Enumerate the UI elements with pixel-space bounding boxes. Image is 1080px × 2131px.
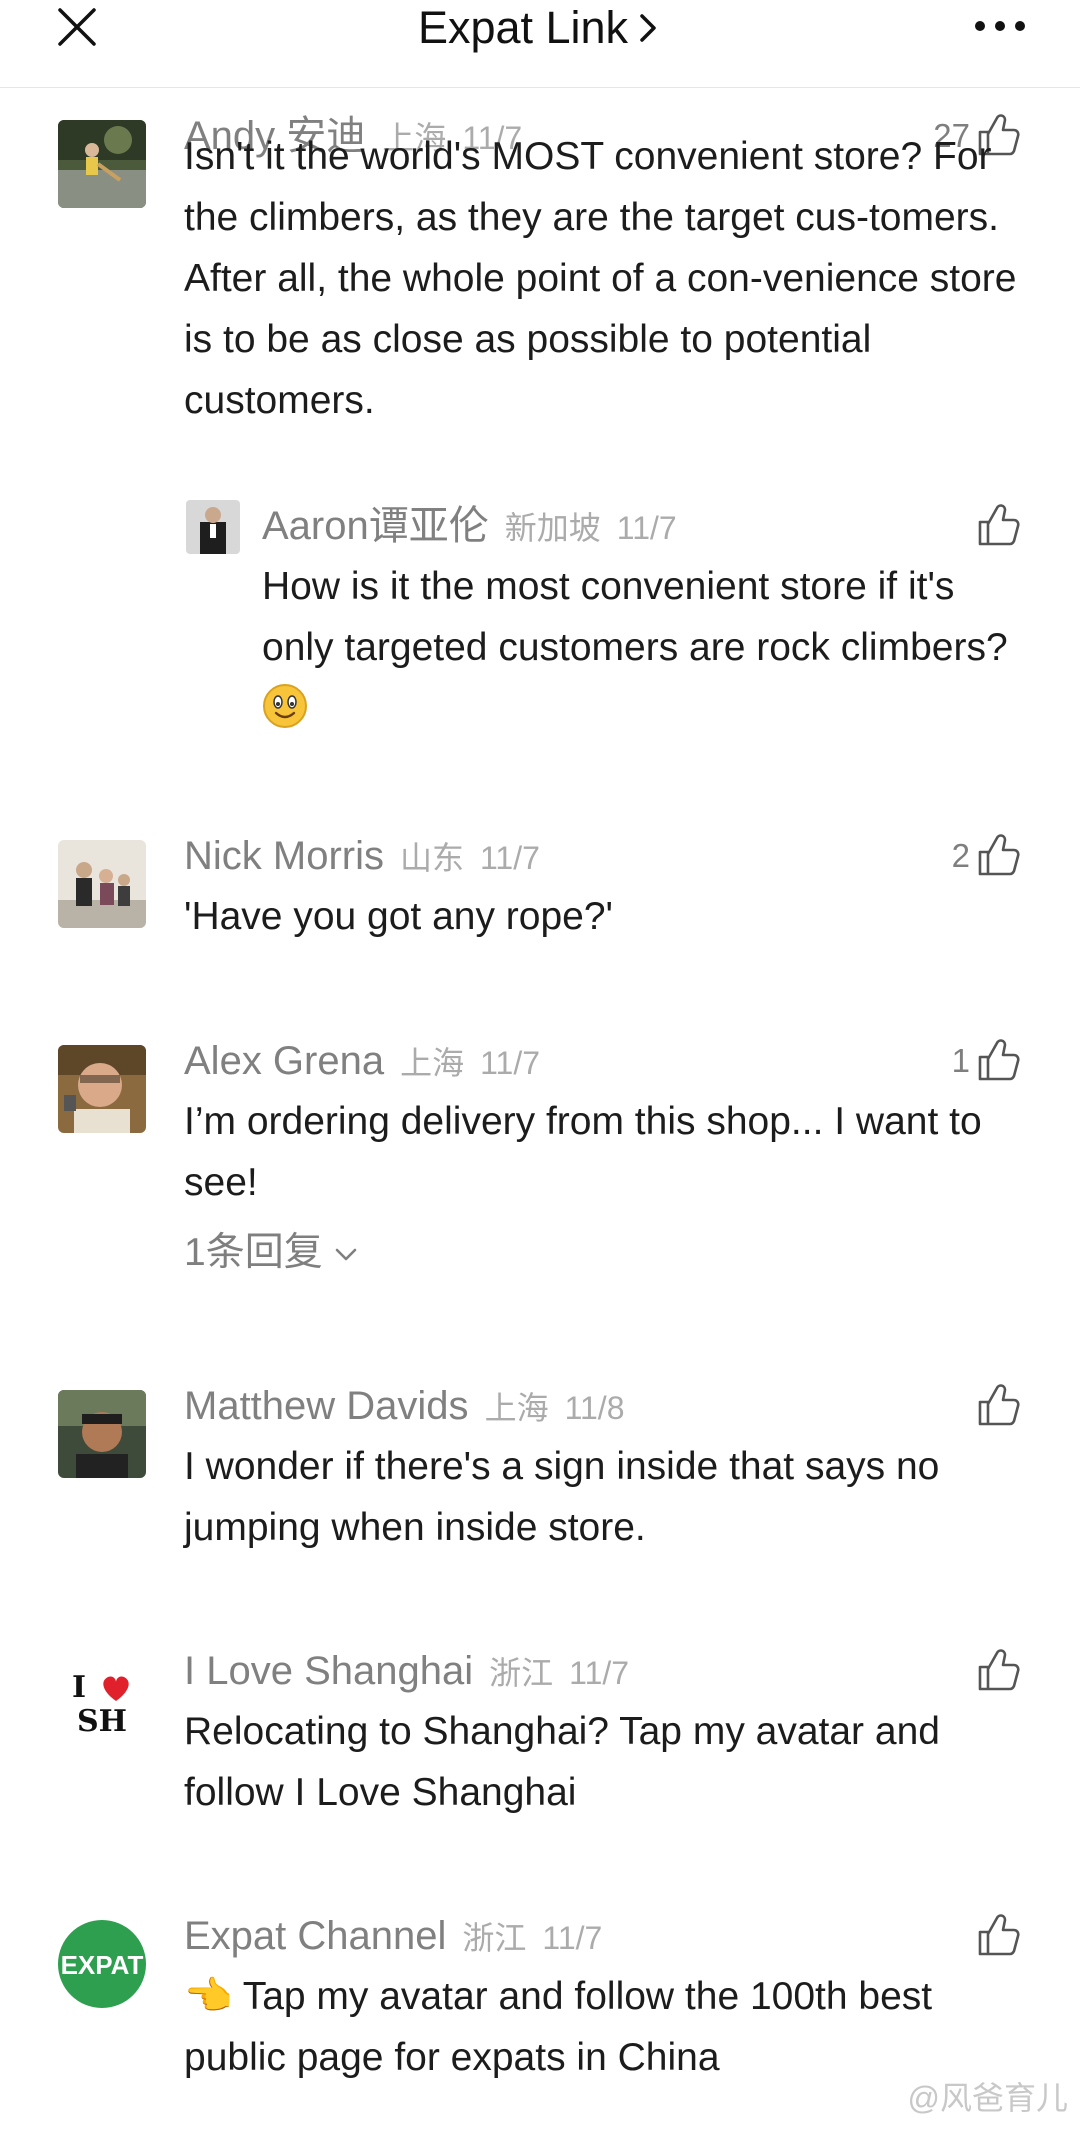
comment-text-content: Isn't it the world's MOST convenient sto…	[184, 135, 1017, 422]
comment-text-content: 'Have you got any rope?'	[184, 895, 613, 938]
region-label: 上海	[400, 1045, 465, 1081]
thumbs-up-icon	[978, 504, 1020, 546]
date-label: 11/8	[564, 1390, 625, 1426]
region-label: 浙江	[462, 1920, 527, 1956]
show-replies-button[interactable]: 1条回复	[184, 1225, 359, 1281]
watermark: @风爸育儿	[907, 2080, 1069, 2116]
page-title[interactable]: Expat Link	[0, 0, 1080, 56]
like-button[interactable]: 1	[952, 1035, 1020, 1087]
reply-text: How is it the most convenient store if i…	[262, 556, 1022, 739]
comment-text: Relocating to Shanghai? Tap my avatar an…	[184, 1701, 1024, 1823]
show-replies-label: 1条回复	[184, 1231, 323, 1274]
avatar-letters-sh: SH	[77, 1704, 127, 1739]
thumbs-up-icon	[978, 1649, 1020, 1691]
comment-meta: Matthew Davids 上海 11/8	[184, 1380, 624, 1432]
thumbs-up-icon	[978, 1914, 1020, 1956]
comment-meta: Alex Grena 上海 11/7	[184, 1035, 540, 1087]
like-button[interactable]	[976, 1645, 1020, 1697]
comment-text: I wonder if there's a sign inside that s…	[184, 1436, 1024, 1558]
like-count: 2	[951, 837, 970, 874]
comment-text: I’m ordering delivery from this shop... …	[184, 1091, 1024, 1213]
comment-text: Isn't it the world's MOST convenient sto…	[184, 126, 1024, 431]
comment-text: 👈 Tap my avatar and follow the 100th bes…	[184, 1966, 1024, 2088]
avatar[interactable]	[58, 1390, 146, 1478]
date-label: 11/7	[480, 1045, 541, 1081]
like-button[interactable]	[976, 500, 1020, 552]
like-button[interactable]	[976, 1910, 1020, 1962]
avatar[interactable]: I SH	[58, 1655, 146, 1743]
date-label: 11/7	[542, 1920, 603, 1956]
comment-text-content: Relocating to Shanghai? Tap my avatar an…	[184, 1710, 940, 1814]
date-label: 11/7	[569, 1655, 630, 1691]
like-count: 1	[951, 1042, 970, 1079]
author-name[interactable]: Expat Channel	[184, 1914, 446, 1958]
like-button[interactable]	[976, 1380, 1020, 1432]
page-title-text: Expat Link	[417, 2, 629, 53]
pointing-hand-emoji: 👈	[184, 1975, 233, 2018]
author-name[interactable]: Matthew Davids	[184, 1384, 469, 1428]
comment-meta: I Love Shanghai 浙江 11/7	[184, 1645, 629, 1697]
author-name[interactable]: Alex Grena	[184, 1039, 384, 1083]
thumbs-up-icon	[978, 834, 1020, 876]
thumbs-up-icon	[978, 1039, 1020, 1081]
avatar-logo-text: EXPAT	[61, 1950, 144, 1980]
date-label: 11/7	[616, 510, 677, 546]
thumbs-up-icon	[978, 1384, 1020, 1426]
author-name[interactable]: Aaron谭亚伦	[262, 504, 489, 548]
avatar-letter-i: I	[72, 1670, 86, 1705]
region-label: 山东	[399, 840, 464, 876]
comment-meta: Nick Morris 山东 11/7	[184, 830, 540, 882]
reply-text-content: How is it the most convenient store if i…	[262, 565, 1008, 669]
region-label: 浙江	[489, 1655, 554, 1691]
comment-meta: Expat Channel 浙江 11/7	[184, 1910, 602, 1962]
comment-text: 'Have you got any rope?'	[184, 886, 1024, 947]
top-bar: Expat Link	[0, 0, 1080, 88]
region-label: 上海	[484, 1390, 549, 1426]
chevron-down-icon	[335, 1248, 357, 1261]
comment-text-content: I wonder if there's a sign inside that s…	[184, 1445, 940, 1549]
region-label: 新加坡	[504, 510, 601, 546]
more-icon[interactable]	[972, 16, 1028, 36]
chevron-right-icon	[640, 14, 656, 42]
avatar[interactable]	[58, 1045, 146, 1133]
avatar[interactable]: EXPAT	[58, 1920, 146, 2008]
reply-meta: Aaron谭亚伦 新加坡 11/7	[262, 500, 677, 552]
comment-text-content: I’m ordering delivery from this shop... …	[184, 1100, 982, 1204]
author-name[interactable]: Nick Morris	[184, 834, 384, 878]
date-label: 11/7	[480, 840, 540, 876]
avatar[interactable]	[58, 840, 146, 928]
smiley-emoji-icon	[263, 684, 307, 728]
comment-text-content: Tap my avatar and follow the 100th best …	[184, 1975, 933, 2079]
avatar[interactable]	[186, 500, 240, 554]
avatar[interactable]	[58, 120, 146, 208]
like-button[interactable]: 2	[952, 830, 1020, 882]
author-name[interactable]: I Love Shanghai	[184, 1649, 473, 1693]
